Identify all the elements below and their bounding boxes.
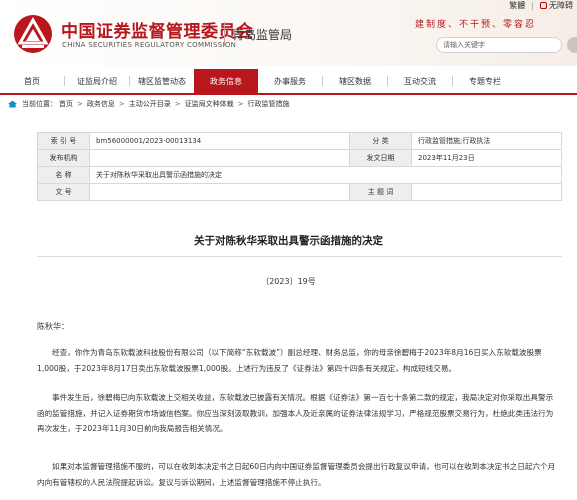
org-name-en: CHINA SECURITIES REGULATORY COMMISSION (62, 41, 237, 49)
paragraph-line: 如果对本监督管理措施不服的，可以在收到本决定书之日起60日内向中国证券监督管理委… (52, 462, 556, 471)
paragraph-2: 事件发生后，徐碧梅已向东软载波上交相关收益，东软载波已披露有关情况。根据《证券法… (37, 390, 572, 437)
top-utility-bar: 繁體 | 无障碍 (509, 0, 577, 10)
breadcrumb-separator: > (77, 100, 83, 108)
breadcrumb-prefix: 当前位置： (22, 100, 57, 108)
breadcrumb-separator: > (237, 100, 244, 108)
nav-item[interactable]: 辖区监管动态 (130, 69, 194, 93)
docno-label: 文 号 (37, 183, 90, 201)
topbar-separator: | (531, 0, 534, 10)
issuer-label: 发布机构 (37, 149, 90, 167)
paragraph-line: 1,000股，于2023年8月17日卖出东软载波股票1,000股。上述行为违反了… (37, 363, 457, 373)
issuer-value (89, 149, 350, 167)
nav-item[interactable]: 办事服务 (258, 69, 322, 93)
search-input[interactable]: 请输入关键字 (436, 37, 562, 53)
accessibility-label: 无障碍 (549, 0, 573, 10)
category-value: 行政监管措施;行政执法 (411, 132, 562, 150)
paragraph-line: 再次发生，于2023年11月30日前向我局报告相关情况。 (37, 424, 228, 433)
breadcrumb-link[interactable]: 首页 (59, 99, 73, 109)
metadata-table: 索 引 号 bm56000001/2023-00013134 分 类 行政监管措… (37, 132, 562, 201)
breadcrumb-link[interactable]: 证监局文种体裁 (185, 99, 234, 109)
site-header: 繁體 | 无障碍 中国证券监督管理委员会 CHINA SECURITIES RE… (0, 0, 577, 66)
header-divider (224, 22, 225, 46)
topic-label: 主 题 词 (349, 183, 412, 201)
paragraph-1: 经查，你作为青岛东软载波科技股份有限公司（以下简称“东软载波”）副总经理、财务总… (37, 345, 572, 376)
date-value: 2023年11月23日 (411, 149, 562, 167)
index-label: 索 引 号 (37, 132, 90, 150)
breadcrumb-link[interactable]: 政务信息 (87, 99, 115, 109)
paragraph-3: 如果对本监督管理措施不服的，可以在收到本决定书之日起60日内向中国证券监督管理委… (37, 459, 572, 490)
title-divider (37, 256, 562, 257)
nav-item[interactable]: 证监局介绍 (65, 69, 129, 93)
document-title: 关于对陈秋华采取出具警示函措施的决定 (194, 235, 383, 247)
paragraph-line: 事件发生后，徐碧梅已向东软载波上交相关收益，东软载波已披露有关情况。根据《证券法… (52, 393, 554, 402)
main-nav: 首页 证监局介绍 辖区监管动态 政务信息 办事服务 辖区数据 互动交流 专题专栏 (0, 69, 577, 95)
date-label: 发文日期 (349, 149, 412, 167)
nav-item[interactable]: 辖区数据 (323, 69, 387, 93)
search-button[interactable] (567, 37, 577, 53)
paragraph-line: 经查，你作为青岛东软载波科技股份有限公司（以下简称“东软载波”）副总经理、财务总… (52, 348, 542, 357)
name-value: 关于对陈秋华采取出具警示函措施的决定 (89, 166, 562, 184)
breadcrumb: 当前位置： 首页 > 政务信息 > 主动公开目录 > 证监局文种体裁 > 行政监管措施 (8, 99, 290, 109)
paragraph-line: 函的监管措施，并记入证券期货市场诚信档案。你应当深刻汲取教训，加强本人及近亲属的… (37, 408, 554, 418)
home-icon (8, 100, 17, 108)
breadcrumb-separator: > (118, 100, 125, 108)
nav-item[interactable]: 互动交流 (388, 69, 452, 93)
bureau-name: 青岛监管局 (232, 28, 293, 42)
table-row: 名 称 关于对陈秋华采取出具警示函措施的决定 (37, 166, 562, 184)
index-value: bm56000001/2023-00013134 (89, 132, 350, 150)
breadcrumb-separator: > (174, 100, 181, 108)
traditional-chinese-link[interactable]: 繁體 (509, 0, 525, 11)
name-label: 名 称 (37, 166, 90, 184)
table-row: 发布机构 发文日期 2023年11月23日 (37, 149, 562, 167)
nav-item[interactable]: 专题专栏 (453, 69, 517, 93)
breadcrumb-link[interactable]: 行政监管措施 (248, 99, 290, 109)
document-number: 〔2023〕19号 (261, 277, 316, 286)
csrc-logo-icon[interactable] (13, 14, 53, 54)
table-row: 索 引 号 bm56000001/2023-00013134 分 类 行政监管措… (37, 132, 562, 150)
accessibility-link[interactable]: 无障碍 (540, 0, 573, 11)
nav-item[interactable]: 政务信息 (194, 69, 258, 93)
salutation: 陈秋华： (37, 322, 69, 331)
topic-value (411, 183, 562, 201)
category-label: 分 类 (349, 132, 412, 150)
docno-value (89, 183, 350, 201)
accessibility-icon (540, 1, 547, 9)
paragraph-line: 内向有管辖权的人民法院提起诉讼。复议与诉讼期间，上述监督管理措施不停止执行。 (37, 477, 326, 487)
nav-item[interactable]: 首页 (0, 69, 64, 93)
table-row: 文 号 主 题 词 (37, 183, 562, 201)
breadcrumb-link[interactable]: 主动公开目录 (129, 99, 171, 109)
slogan: 建制度、不干预、零容忍 (415, 20, 537, 30)
